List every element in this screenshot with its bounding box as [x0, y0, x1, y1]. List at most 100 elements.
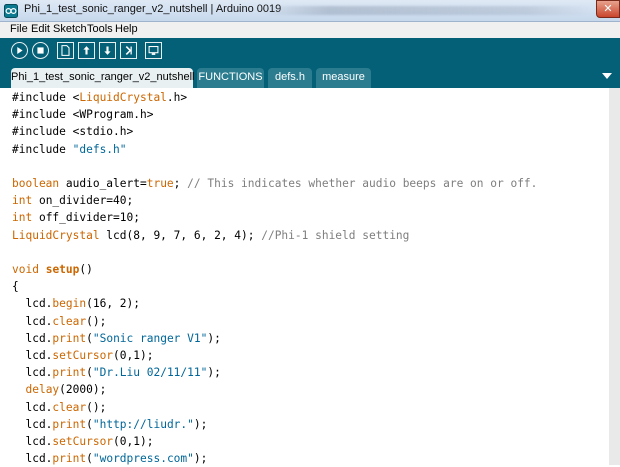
code-line: lcd.clear(); — [12, 313, 537, 330]
code-token: (0,1); — [113, 435, 154, 449]
code-line: { — [12, 278, 537, 295]
code-token: #include <stdio.h> — [12, 125, 134, 139]
code-token: clear — [52, 400, 87, 414]
title-bar: Phi_1_test_sonic_ranger_v2_nutshell | Ar… — [0, 0, 620, 22]
upload-button[interactable] — [120, 42, 137, 59]
code-line: #include <stdio.h> — [12, 123, 537, 140]
code-token: "http://liudr." — [92, 417, 194, 431]
code-line: #include <WProgram.h> — [12, 106, 537, 123]
code-token: lcd. — [12, 366, 53, 380]
window-close-button[interactable]: ✕ — [596, 0, 620, 18]
stop-button[interactable] — [32, 42, 49, 59]
code-token: print — [52, 417, 87, 431]
code-token: true — [146, 177, 174, 191]
code-token: lcd(8, 9, 7, 6, 2, 4); — [99, 228, 262, 242]
code-token: lcd. — [12, 452, 53, 466]
code-token: // This indicates whether audio beeps ar… — [187, 177, 538, 191]
open-icon — [83, 46, 90, 55]
code-token: setCursor — [52, 435, 114, 449]
code-line: int off_divider=10; — [12, 209, 537, 226]
arduino-app-icon — [4, 4, 18, 18]
open-button[interactable] — [78, 42, 95, 59]
code-token: lcd. — [12, 297, 53, 311]
code-token: delay — [25, 383, 60, 397]
code-text[interactable]: #include <LiquidCrystal.h> #include <WPro… — [12, 89, 537, 467]
code-line: delay(2000); — [12, 381, 537, 398]
menu-sketch[interactable]: Sketch — [53, 23, 87, 35]
code-token: LiquidCrystal — [79, 91, 167, 104]
code-token: setup — [45, 263, 80, 277]
code-line: lcd.begin(16, 2); — [12, 295, 537, 312]
code-token: print — [52, 366, 87, 380]
code-token: (16, 2); — [86, 297, 140, 311]
save-button[interactable] — [99, 42, 116, 59]
code-token: ); — [207, 366, 221, 380]
code-token: #include < — [12, 91, 80, 104]
code-token: ; — [173, 177, 188, 191]
menu-edit[interactable]: Edit — [31, 23, 50, 35]
code-line: lcd.setCursor(0,1); — [12, 433, 537, 450]
menu-tools[interactable]: Tools — [87, 23, 113, 35]
code-token: int — [12, 211, 33, 225]
code-line: lcd.print("Dr.Liu 02/11/11"); — [12, 364, 537, 381]
tab-phi-1-test-sonic-ranger[interactable]: Phi_1_test_sonic_ranger_v2_nutshell — [11, 68, 194, 88]
menu-file[interactable]: File — [10, 23, 28, 35]
new-button[interactable] — [57, 42, 74, 59]
code-token: lcd. — [12, 435, 53, 449]
code-token: ( — [86, 452, 93, 466]
code-token: lcd. — [12, 314, 53, 328]
code-token: lcd. — [12, 331, 53, 345]
vertical-scrollbar[interactable] — [609, 88, 620, 465]
code-token: { — [12, 280, 19, 294]
code-token: void — [12, 263, 39, 277]
code-token: LiquidCrystal — [12, 228, 100, 242]
tab-defs-h[interactable]: defs.h — [268, 68, 312, 88]
menu-help[interactable]: Help — [115, 23, 138, 35]
code-token: #include <WProgram.h> — [12, 108, 154, 122]
toolbar — [0, 38, 620, 64]
code-line: boolean audio_alert=true; // This indica… — [12, 175, 537, 192]
save-icon — [104, 46, 111, 55]
code-editor[interactable]: #include <LiquidCrystal.h> #include <WPro… — [0, 88, 620, 465]
code-token: lcd. — [12, 349, 53, 363]
code-token: //Phi-1 shield setting — [261, 228, 410, 242]
code-token: #include — [12, 142, 73, 156]
code-token: print — [52, 452, 87, 466]
code-token: print — [52, 331, 87, 345]
code-token: setCursor — [52, 349, 114, 363]
window-title: Phi_1_test_sonic_ranger_v2_nutshell | Ar… — [24, 3, 282, 15]
upload-icon — [125, 45, 132, 56]
verify-icon — [17, 46, 23, 55]
code-token: () — [79, 263, 93, 277]
code-token: off_divider=10; — [32, 211, 140, 225]
code-token: clear — [52, 314, 87, 328]
code-token: ( — [86, 417, 93, 431]
verify-button[interactable] — [11, 42, 28, 59]
serial-monitor-icon — [148, 46, 159, 55]
code-line: void setup() — [12, 261, 537, 278]
tab-bar: Phi_1_test_sonic_ranger_v2_nutshell FUNC… — [0, 64, 620, 88]
serial-monitor-button[interactable] — [145, 42, 162, 59]
stop-icon — [37, 47, 44, 54]
code-token: ( — [86, 331, 93, 345]
code-line: lcd.print("http://liudr."); — [12, 416, 537, 433]
code-token: (2000); — [59, 383, 107, 397]
tab-functions[interactable]: FUNCTIONS — [197, 68, 264, 88]
code-token: audio_alert= — [59, 177, 147, 191]
code-token: .h> — [166, 91, 188, 104]
tab-menu-arrow-icon[interactable] — [602, 71, 612, 81]
code-token: (); — [86, 400, 107, 414]
tab-measure[interactable]: measure — [316, 68, 371, 88]
code-line: int on_divider=40; — [12, 192, 537, 209]
code-line: #include <LiquidCrystal.h> — [12, 89, 537, 106]
code-token: "Sonic ranger V1" — [92, 331, 208, 345]
code-token: "Dr.Liu 02/11/11" — [92, 366, 208, 380]
code-token: boolean — [12, 177, 60, 191]
code-line: lcd.print("Sonic ranger V1"); — [12, 330, 537, 347]
menu-bar: File Edit Sketch Tools Help — [0, 22, 620, 38]
code-token: "wordpress.com" — [92, 452, 194, 466]
code-token: (); — [86, 314, 107, 328]
